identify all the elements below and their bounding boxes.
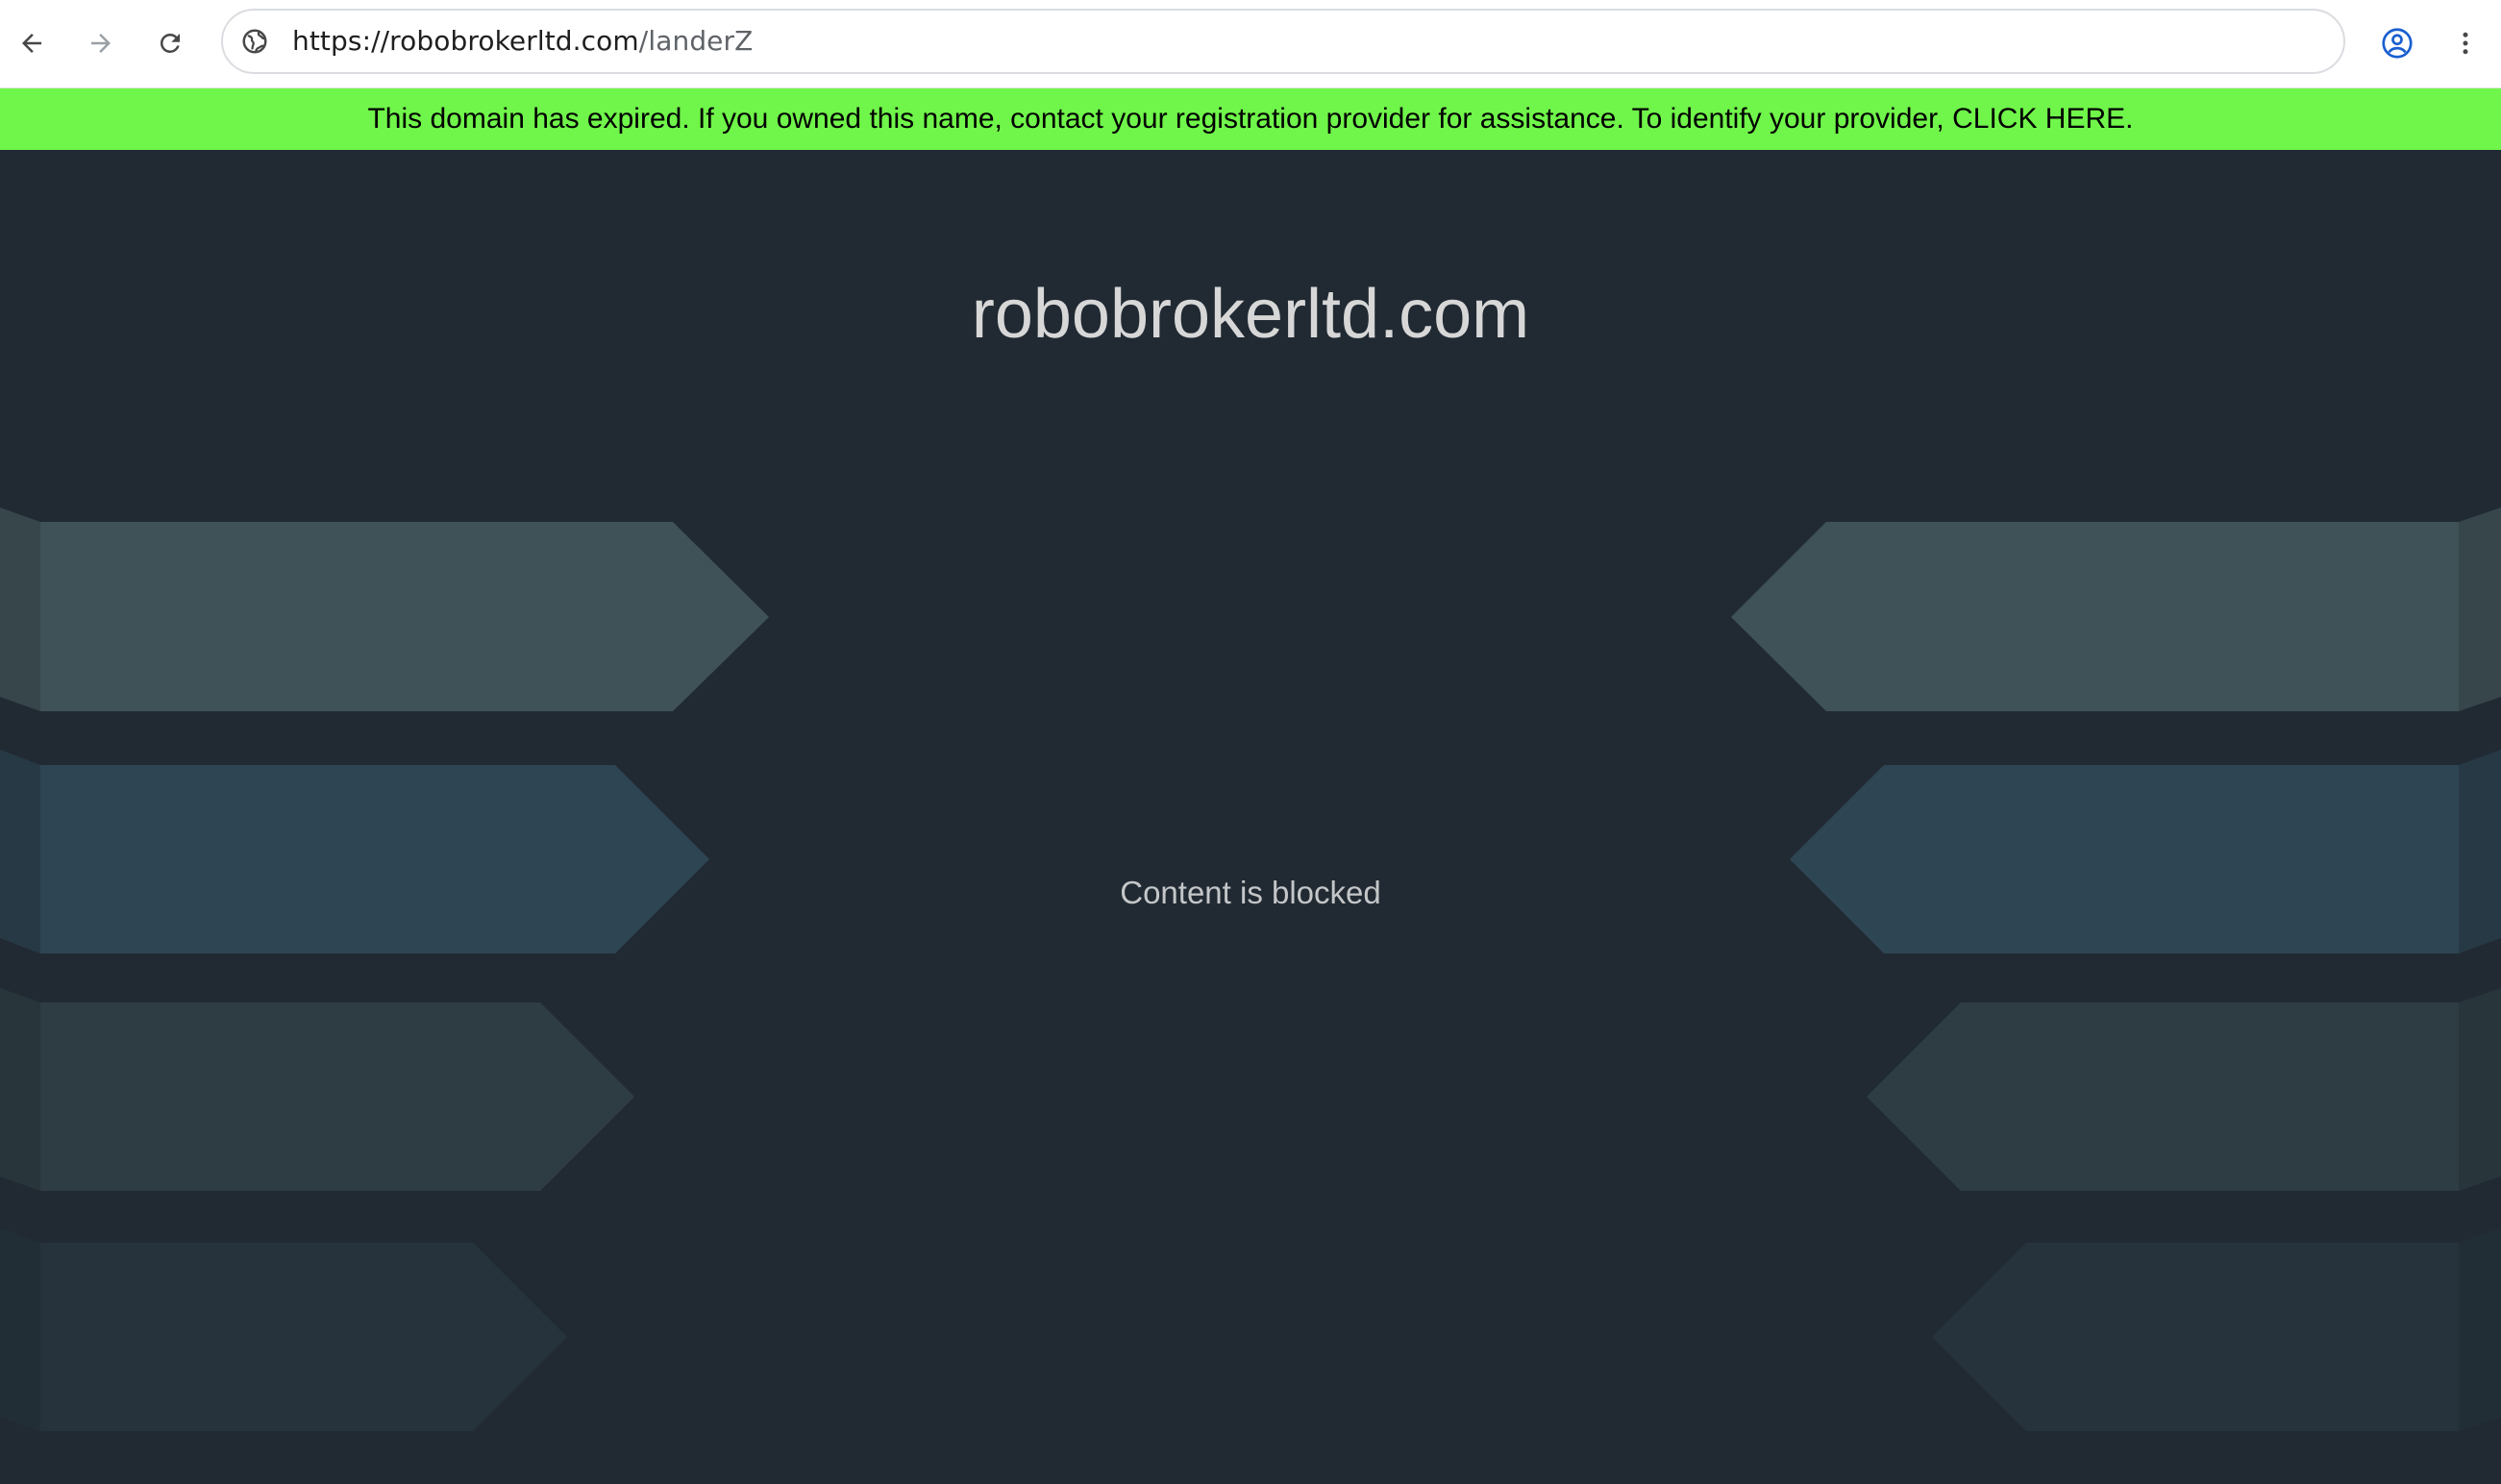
left-arrow-1 [40, 522, 769, 711]
left-arrow-3 [40, 1002, 634, 1191]
right-arrow-4-edge [2459, 1228, 2501, 1431]
right-arrow-1 [1731, 522, 2459, 711]
left-arrow-4-edge [0, 1228, 40, 1431]
forward-icon [91, 34, 111, 53]
expired-domain-banner: This domain has expired. If you owned th… [0, 88, 2501, 150]
more-vertical-icon [2463, 32, 2468, 55]
back-icon [22, 34, 41, 53]
content-blocked-message: Content is blocked [1120, 875, 1381, 910]
profile-icon [2382, 28, 2413, 59]
back-button[interactable] [6, 17, 58, 69]
url-text[interactable]: https://robobrokerltd.com/landerZ [292, 11, 753, 72]
url-path: /landerZ [638, 25, 754, 57]
url-host: https://robobrokerltd.com [292, 25, 639, 57]
right-arrows [1731, 507, 2501, 1431]
forward-button[interactable] [75, 17, 127, 69]
address-bar[interactable]: https://robobrokerltd.com/landerZ [221, 9, 2345, 74]
left-arrow-3-edge [0, 988, 40, 1191]
banner-text: This domain has expired. If you owned th… [367, 103, 1944, 135]
more-menu-button[interactable] [2439, 17, 2491, 69]
right-arrow-2 [1790, 765, 2459, 953]
left-arrow-1-edge [0, 507, 40, 711]
right-arrow-3-edge [2459, 988, 2501, 1191]
browser-toolbar: https://robobrokerltd.com/landerZ [0, 0, 2501, 88]
left-arrow-4 [40, 1243, 567, 1431]
parked-page: robobrokerltd.com Content is blocked [0, 150, 2501, 1484]
site-info-icon [242, 29, 267, 54]
reload-button[interactable] [144, 17, 196, 69]
profile-button[interactable] [2371, 17, 2423, 69]
right-arrow-3 [1867, 1002, 2459, 1191]
left-arrows [0, 507, 769, 1431]
left-arrow-2-edge [0, 750, 40, 953]
site-info-button[interactable] [236, 23, 273, 60]
right-arrow-2-edge [2459, 750, 2501, 953]
right-arrow-1-edge [2459, 507, 2501, 711]
domain-title: robobrokerltd.com [971, 276, 1530, 353]
click-here-link[interactable]: CLICK HERE. [1952, 103, 2133, 136]
reload-icon [160, 33, 180, 53]
right-arrow-4 [1932, 1243, 2459, 1431]
left-arrow-2 [40, 765, 709, 953]
